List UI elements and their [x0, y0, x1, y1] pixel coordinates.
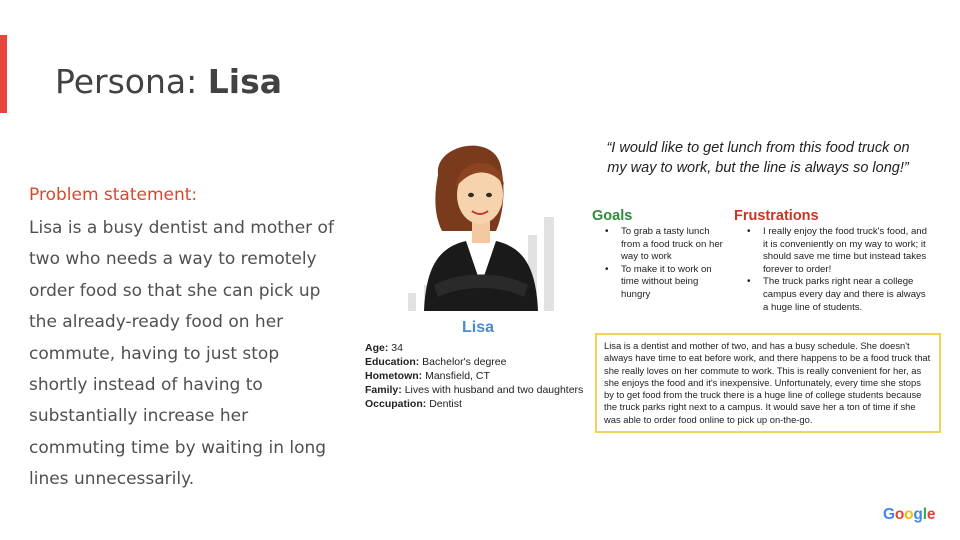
detail-label: Hometown: [365, 370, 423, 382]
frustration-item: I really enjoy the food truck's food, an… [742, 226, 927, 276]
persona-name: Lisa [462, 319, 495, 336]
detail-age: Age: 34 [365, 341, 605, 355]
persona-details: Age: 34 Education: Bachelor's degree Hom… [365, 341, 605, 411]
detail-label: Occupation: [365, 398, 427, 410]
goals-list: To grab a tasty lunch from a food truck … [600, 226, 730, 302]
detail-value: Mansfield, CT [425, 370, 490, 382]
frustrations-list: I really enjoy the food truck's food, an… [742, 226, 927, 314]
frustrations-heading: Frustrations [734, 208, 819, 224]
persona-illustration [408, 145, 554, 311]
detail-occupation: Occupation: Dentist [365, 397, 605, 411]
detail-value: Dentist [429, 398, 462, 410]
logo-letter: o [894, 506, 905, 523]
detail-education: Education: Bachelor's degree [365, 355, 605, 369]
bar-chart-bar [544, 217, 554, 311]
problem-text: Lisa is a busy dentist and mother of two… [29, 218, 334, 490]
problem-statement: Problem statement: Lisa is a busy dentis… [29, 182, 334, 496]
bar-chart-bar [408, 293, 416, 311]
google-logo: Google [883, 506, 935, 524]
goal-item: To grab a tasty lunch from a food truck … [600, 226, 730, 264]
detail-label: Education: [365, 356, 420, 368]
title-prefix: Persona: [55, 62, 208, 101]
persona-summary: Lisa is a dentist and mother of two, and… [595, 333, 941, 434]
eye-left [468, 192, 474, 198]
slide-title: Persona: Lisa [55, 62, 282, 101]
logo-letter: g [913, 506, 923, 523]
detail-value: Bachelor's degree [422, 356, 507, 368]
frustration-item: The truck parks right near a college cam… [742, 276, 927, 314]
detail-value: 34 [391, 342, 403, 354]
persona-quote: “I would like to get lunch from this foo… [606, 140, 910, 176]
problem-heading: Problem statement: [29, 185, 198, 205]
accent-bar [0, 35, 7, 113]
goal-item: To make it to work on time without being… [600, 264, 730, 302]
eye-right [486, 192, 492, 198]
logo-letter: e [926, 506, 936, 523]
title-name: Lisa [207, 62, 282, 101]
goals-heading: Goals [592, 208, 633, 224]
detail-label: Age: [365, 342, 389, 354]
detail-family: Family: Lives with husband and two daugh… [365, 383, 605, 397]
detail-hometown: Hometown: Mansfield, CT [365, 369, 605, 383]
neck [472, 221, 490, 243]
detail-label: Family: [365, 384, 402, 396]
logo-letter: G [883, 506, 895, 523]
detail-value: Lives with husband and two daughters [404, 384, 584, 396]
